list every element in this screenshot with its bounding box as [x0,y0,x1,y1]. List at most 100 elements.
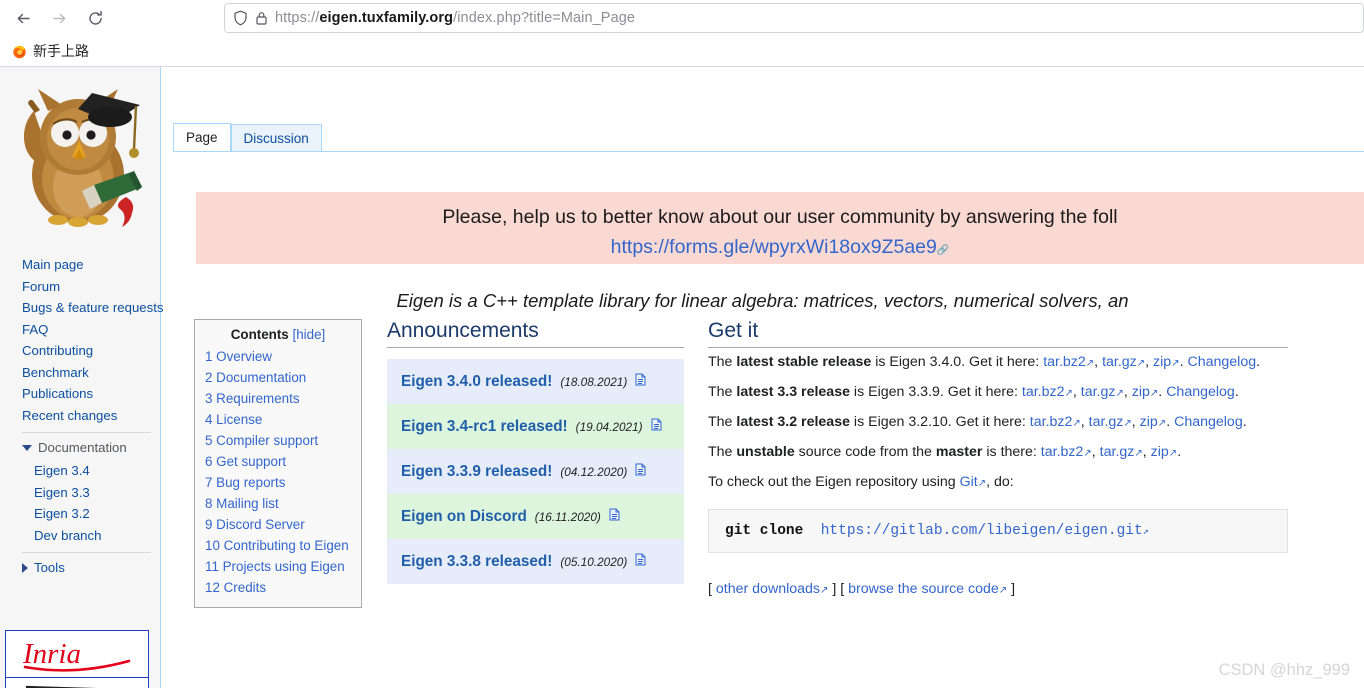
toc-item[interactable]: 6 Get support [205,454,286,469]
announcement-title[interactable]: Eigen 3.3.8 released! [401,553,552,571]
survey-banner: Please, help us to better know about our… [196,192,1364,264]
toc-item[interactable]: 10 Contributing to Eigen [205,538,349,553]
other-downloads-link[interactable]: other downloads [716,581,820,597]
sidebar-section-tools[interactable]: Tools [0,557,161,580]
browser-window: https://eigen.tuxfamily.org/index.php?ti… [0,0,1364,688]
download-zip-link[interactable]: zip [1132,384,1150,400]
download-zip-link[interactable]: zip [1151,444,1169,460]
announcement-row[interactable]: Eigen 3.3.8 released! (05.10.2020) [387,539,684,584]
tab-page[interactable]: Page [173,123,231,152]
shield-icon[interactable] [233,10,248,26]
forward-button[interactable] [44,3,74,33]
url-host: eigen.tuxfamily.org [319,10,454,26]
browser-toolbar: https://eigen.tuxfamily.org/index.php?ti… [0,0,1364,36]
document-icon[interactable] [635,553,646,571]
download-targz-link[interactable]: tar.gz [1100,444,1135,460]
address-bar[interactable]: https://eigen.tuxfamily.org/index.php?ti… [224,3,1364,33]
sidebar-item-dev-branch[interactable]: Dev branch [0,525,161,547]
changelog-link[interactable]: Changelog [1187,354,1256,370]
url-text[interactable]: https://eigen.tuxfamily.org/index.php?ti… [275,10,635,26]
document-icon[interactable] [651,418,662,436]
eigen-owl-logo[interactable] [8,75,154,235]
external-link-icon: ↗ [977,478,987,489]
announcement-title[interactable]: Eigen 3.4.0 released! [401,373,552,391]
repository-url-link[interactable]: https://gitlab.com/libeigen/eigen.git [821,523,1143,539]
sidebar-item-contributing[interactable]: Contributing [0,340,161,362]
survey-banner-link[interactable]: https://forms.gle/wpyrxWi18ox9Z5ae9🔗 [196,232,1364,266]
announcement-title[interactable]: Eigen 3.3.9 released! [401,463,552,481]
sidebar-item-eigen-34[interactable]: Eigen 3.4 [0,460,161,482]
toc-item[interactable]: 9 Discord Server [205,517,305,532]
changelog-link[interactable]: Changelog [1166,384,1235,400]
sidebar-item-forum[interactable]: Forum [0,276,161,298]
toc-item[interactable]: 2 Documentation [205,370,306,385]
announcements-heading: Announcements [387,319,684,348]
chevron-down-icon [22,445,32,451]
sidebar-item-main-page[interactable]: Main page [0,254,161,276]
sidebar-divider [22,552,151,553]
toc-hide-link[interactable]: [hide] [293,327,326,342]
document-icon[interactable] [635,463,646,481]
bookmarks-bar: 新手上路 [0,36,1364,66]
download-targz-link[interactable]: tar.gz [1089,414,1124,430]
external-link-icon: ↗ [1064,388,1073,399]
toc-item[interactable]: 4 License [205,412,262,427]
toc-item[interactable]: 7 Bug reports [205,475,285,490]
download-tarbz2-link[interactable]: tar.bz2 [1043,354,1086,370]
back-button[interactable] [8,3,38,33]
sidebar-item-recent-changes[interactable]: Recent changes [0,405,161,427]
toc-item[interactable]: 1 Overview [205,349,272,364]
announcement-title[interactable]: Eigen 3.4-rc1 released! [401,418,568,436]
changelog-link[interactable]: Changelog [1174,414,1243,430]
announcement-title[interactable]: Eigen on Discord [401,508,527,526]
download-tarbz2-link[interactable]: tar.bz2 [1030,414,1073,430]
download-tarbz2-link[interactable]: tar.bz2 [1022,384,1065,400]
sidebar-navigation: Main page Forum Bugs & feature requests … [0,254,163,580]
sidebar-item-eigen-32[interactable]: Eigen 3.2 [0,503,161,525]
url-path: /index.php?title=Main_Page [453,10,636,26]
announcement-row[interactable]: Eigen 3.3.9 released! (04.12.2020) [387,449,684,494]
announcement-date: (05.10.2020) [560,554,628,569]
sidebar-item-eigen-33[interactable]: Eigen 3.3 [0,482,161,504]
download-tarbz2-link[interactable]: tar.bz2 [1041,444,1084,460]
download-zip-link[interactable]: zip [1140,414,1158,430]
announcement-row[interactable]: Eigen on Discord (16.11.2020) [387,494,684,539]
bookmark-item[interactable]: 新手上路 [6,39,95,63]
announcement-row[interactable]: Eigen 3.4-rc1 released! (19.04.2021) [387,404,684,449]
checkout-line: To check out the Eigen repository using … [708,474,1014,490]
release-label: latest 3.2 release [736,414,850,430]
announcement-row[interactable]: Eigen 3.4.0 released! (18.08.2021) [387,359,684,404]
external-link-icon: ↗ [1115,388,1124,399]
sidebar-section-documentation[interactable]: Documentation [0,437,161,460]
download-targz-link[interactable]: tar.gz [1102,354,1137,370]
external-link-icon: ↗ [1085,358,1095,369]
sidebar-item-faq[interactable]: FAQ [0,319,161,341]
external-link-icon: 🔗 [936,245,950,256]
announcement-date: (18.08.2021) [560,374,628,389]
sidebar-item-benchmark[interactable]: Benchmark [0,362,161,384]
reload-button[interactable] [80,3,110,33]
toc-item[interactable]: 3 Requirements [205,391,300,406]
external-link-icon: ↗ [1083,448,1092,459]
reload-icon [88,10,102,25]
get-it-heading: Get it [708,319,1288,348]
document-icon[interactable] [635,373,646,391]
toc-item[interactable]: 11 Projects using Eigen [205,559,345,574]
toc-item[interactable]: 8 Mailing list [205,496,279,511]
document-icon[interactable] [609,508,620,526]
tuxfamily-logo[interactable]: TUX FAMILY [6,678,148,688]
git-link[interactable]: Git [960,474,978,490]
release-line-unstable: The unstable source code from the master… [708,444,1182,460]
sidebar-item-publications[interactable]: Publications [0,383,161,405]
browse-source-link[interactable]: browse the source code [848,581,999,597]
table-of-contents: Contents [hide] 1 Overview 2 Documentati… [194,319,362,608]
padlock-icon[interactable] [255,10,268,26]
download-targz-link[interactable]: tar.gz [1081,384,1116,400]
toc-title-label: Contents [230,327,289,342]
toc-item[interactable]: 5 Compiler support [205,433,318,448]
tab-discussion[interactable]: Discussion [230,124,322,152]
sidebar-item-bugs-feature-requests[interactable]: Bugs & feature requests [0,297,163,319]
toc-item[interactable]: 12 Credits [205,580,266,595]
download-zip-link[interactable]: zip [1153,354,1171,370]
inria-logo[interactable]: Inria [6,631,148,678]
